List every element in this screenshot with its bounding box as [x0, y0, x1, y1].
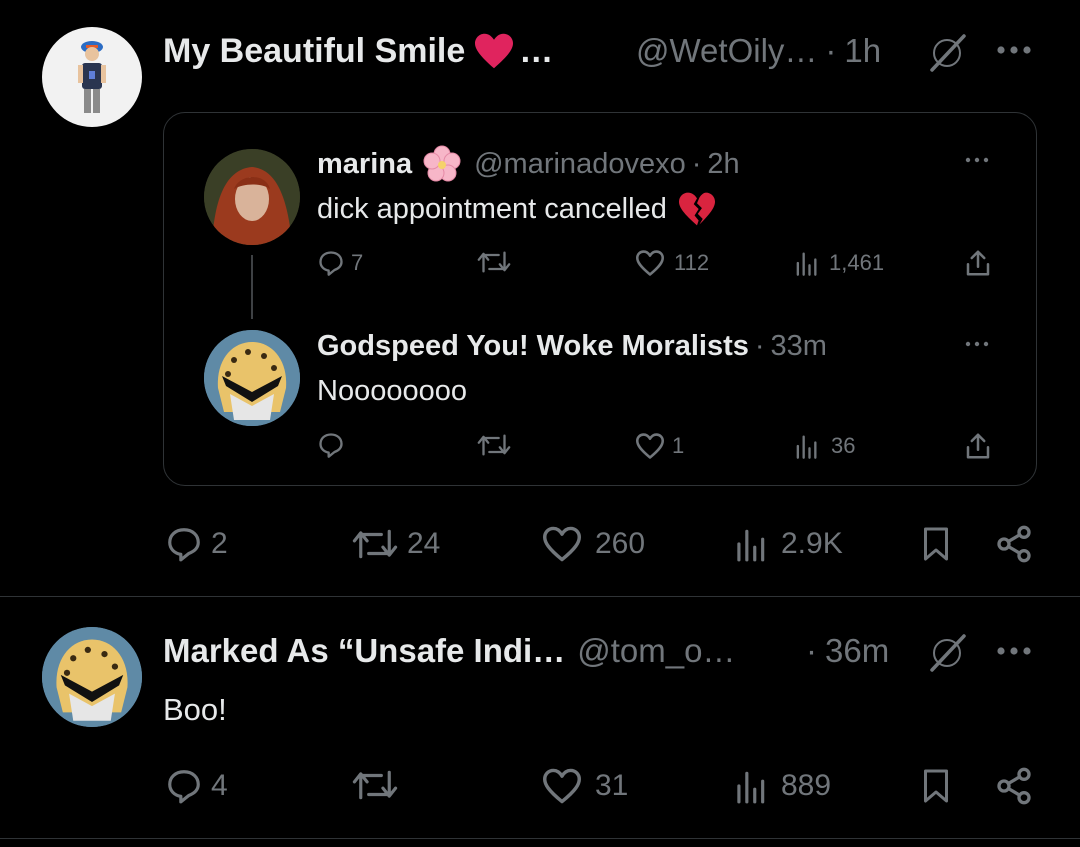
repost-button[interactable]: 24	[351, 524, 440, 564]
share-icon	[966, 433, 990, 459]
separator-dot: ·	[691, 147, 702, 180]
views-count: 36	[831, 433, 856, 458]
more-options-icon[interactable]	[993, 40, 1035, 60]
more-options-icon[interactable]	[961, 153, 993, 167]
post-text: Boo!	[163, 692, 227, 727]
share-icon	[997, 525, 1031, 563]
reply-icon	[319, 251, 343, 276]
reply-icon	[319, 433, 343, 458]
heart-emoji-icon	[473, 32, 515, 70]
quote-tweet-text: dick appointment cancelled	[317, 192, 667, 225]
broken-heart-emoji-icon	[677, 191, 717, 227]
repost-icon	[477, 251, 511, 273]
cherry-blossom-emoji-icon	[422, 144, 462, 184]
views-count: 889	[781, 769, 832, 802]
reply-count: 7	[351, 250, 364, 275]
views-icon	[737, 771, 765, 804]
reply-icon	[168, 770, 200, 804]
like-button[interactable]: 112	[634, 248, 709, 278]
reply-button[interactable]: 4	[165, 766, 228, 806]
display-name[interactable]: Marked As “Unsafe Indi…	[163, 632, 565, 670]
views-button[interactable]: 889	[733, 766, 831, 806]
reply-count: 4	[211, 769, 228, 802]
grok-icon[interactable]	[926, 630, 968, 674]
more-options-icon[interactable]	[961, 337, 993, 351]
display-name-ellipsis: …	[519, 31, 554, 70]
views-count: 1,461	[829, 250, 885, 275]
more-options-icon[interactable]	[993, 641, 1035, 661]
reply-count: 2	[211, 527, 228, 560]
avatar[interactable]	[42, 27, 142, 127]
reply-button[interactable]	[317, 431, 345, 461]
views-icon	[796, 435, 817, 459]
quote-tweet-text: Noooooooo	[317, 374, 467, 407]
timestamp[interactable]: 1h	[844, 32, 881, 70]
share-button[interactable]	[963, 431, 993, 461]
separator-dot: ·	[825, 32, 837, 69]
post-divider	[0, 596, 1080, 597]
separator-dot: ·	[754, 329, 765, 362]
reply-icon	[168, 528, 200, 562]
views-button[interactable]: 2.9K	[733, 524, 843, 564]
handle[interactable]: @WetOily…	[636, 32, 817, 70]
views-count: 2.9K	[781, 527, 843, 560]
quote-timestamp[interactable]: 33m	[771, 330, 827, 363]
views-icon	[737, 529, 765, 562]
share-icon	[997, 767, 1031, 805]
like-count: 112	[674, 250, 710, 275]
bookmark-button[interactable]	[918, 524, 954, 564]
separator-dot: ·	[806, 632, 817, 669]
repost-button[interactable]	[351, 766, 399, 806]
like-button[interactable]: 31	[541, 766, 628, 806]
share-button[interactable]	[963, 248, 993, 278]
handle[interactable]: @tom_o…	[577, 632, 735, 670]
like-count: 1	[672, 433, 685, 458]
quote-author-name[interactable]: Godspeed You! Woke Moralists	[317, 330, 749, 363]
like-button[interactable]: 260	[541, 524, 645, 564]
like-count: 260	[595, 527, 646, 560]
bookmark-icon	[924, 527, 948, 561]
heart-icon	[543, 526, 581, 562]
views-button[interactable]: 36	[793, 431, 855, 461]
views-icon	[796, 252, 817, 276]
repost-icon	[352, 529, 398, 559]
thread-connector	[251, 255, 253, 319]
grok-icon[interactable]	[926, 30, 968, 74]
avatar[interactable]	[204, 149, 300, 245]
bookmark-icon	[924, 769, 948, 803]
bookmark-button[interactable]	[918, 766, 954, 806]
repost-count: 24	[407, 527, 441, 560]
like-count: 31	[595, 769, 629, 802]
share-button[interactable]	[994, 766, 1034, 806]
share-icon	[966, 250, 990, 276]
avatar[interactable]	[42, 627, 142, 727]
post-divider	[0, 838, 1080, 839]
quote-author-handle[interactable]: @marinadovexo	[474, 148, 686, 181]
heart-icon	[636, 250, 664, 276]
share-button[interactable]	[994, 524, 1034, 564]
timestamp[interactable]: 36m	[825, 632, 889, 670]
repost-button[interactable]	[476, 431, 512, 461]
avatar[interactable]	[204, 330, 300, 426]
repost-button[interactable]	[476, 248, 512, 278]
like-button[interactable]: 1	[634, 431, 684, 461]
heart-icon	[543, 768, 581, 804]
reply-button[interactable]: 2	[165, 524, 228, 564]
reply-button[interactable]: 7	[317, 248, 363, 278]
quote-author-name[interactable]: marina	[317, 148, 412, 181]
display-name[interactable]: My Beautiful Smile	[163, 32, 465, 71]
repost-icon	[477, 434, 511, 456]
repost-icon	[352, 770, 398, 800]
quote-timestamp[interactable]: 2h	[707, 148, 739, 181]
views-button[interactable]: 1,461	[793, 248, 884, 278]
heart-icon	[636, 433, 664, 459]
